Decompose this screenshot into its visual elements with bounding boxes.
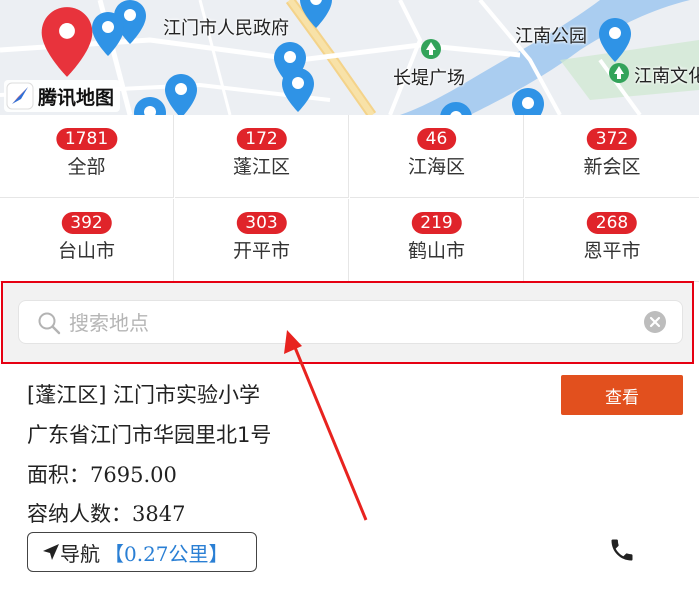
district-label: 开平市 xyxy=(232,240,290,262)
view-button[interactable]: 查看 xyxy=(561,375,683,415)
map-pin-icon[interactable] xyxy=(163,72,199,115)
current-location-pin-icon[interactable] xyxy=(38,4,96,80)
district-label: 鹤山市 xyxy=(407,240,465,262)
area-value: 7695.00 xyxy=(90,463,177,487)
district-cell[interactable]: 268 恩平市 xyxy=(525,199,699,282)
clear-search-icon[interactable] xyxy=(644,311,666,333)
district-cell[interactable]: 1781 全部 xyxy=(0,115,174,198)
navigate-label: 导航 xyxy=(60,541,100,566)
district-cell[interactable]: 392 台山市 xyxy=(0,199,174,282)
logo-text: 腾讯地图 xyxy=(38,86,115,109)
district-cell[interactable]: 172 蓬江区 xyxy=(175,115,349,198)
phone-icon[interactable] xyxy=(608,536,636,564)
district-count-badge: 219 xyxy=(411,212,462,234)
district-label: 全部 xyxy=(67,156,106,178)
district-cell[interactable]: 372 新会区 xyxy=(525,115,699,198)
capacity-value: 3847 xyxy=(132,502,186,526)
result-area: 面积：7695.00 xyxy=(27,459,177,489)
district-count-badge: 172 xyxy=(236,128,287,150)
distance-unit: 公里 xyxy=(168,541,209,566)
district-cell[interactable]: 303 开平市 xyxy=(175,199,349,282)
map-pin-icon[interactable] xyxy=(438,100,474,115)
map-label-culture: 江南文化 xyxy=(634,66,699,87)
search-input[interactable] xyxy=(67,307,631,339)
district-grid: 1781 全部 172 蓬江区 46 江海区 372 新会区 392 台山市 303 开平市 219 鹤山… xyxy=(0,115,699,282)
map-pin-icon[interactable] xyxy=(597,16,633,64)
tencent-map-logo: 腾讯地图 xyxy=(4,80,121,112)
result-capacity: 容纳人数：3847 xyxy=(27,498,185,528)
map-pin-icon[interactable] xyxy=(132,95,168,115)
map-pin-icon[interactable] xyxy=(298,0,334,30)
bracket-open: 【 xyxy=(104,541,124,566)
search-box[interactable] xyxy=(18,300,683,344)
district-count-badge: 1781 xyxy=(55,128,118,150)
navigate-distance: 【0.27公里】 xyxy=(104,538,229,567)
compass-icon xyxy=(6,82,34,110)
map-pin-icon[interactable] xyxy=(280,66,316,114)
map-view[interactable]: 江门市人民政府 江南公园 长堤广场 江南文化 腾讯地图 xyxy=(0,0,699,115)
district-label: 恩平市 xyxy=(583,240,641,262)
district-count-badge: 268 xyxy=(586,212,638,234)
map-pin-icon[interactable] xyxy=(510,86,546,115)
area-label: 面积： xyxy=(27,463,90,487)
navigation-arrow-icon xyxy=(43,544,59,560)
search-highlight-frame xyxy=(1,281,694,364)
district-label: 新会区 xyxy=(583,156,641,178)
district-label: 台山市 xyxy=(57,240,115,262)
map-label-square: 长堤广场 xyxy=(393,68,465,89)
result-address: 广东省江门市华园里北1号 xyxy=(27,423,272,447)
result-title: [蓬江区] 江门市实验小学 xyxy=(27,383,261,407)
search-icon xyxy=(38,312,61,335)
result-card: [蓬江区] 江门市实验小学 广东省江门市华园里北1号 面积：7695.00 容纳… xyxy=(0,366,699,589)
tree-poi-icon xyxy=(609,63,629,83)
navigate-button[interactable]: 导航 【0.27公里】 xyxy=(27,532,257,572)
district-cell[interactable]: 46 江海区 xyxy=(350,115,524,198)
capacity-label: 容纳人数： xyxy=(27,502,132,526)
map-label-gov: 江门市人民政府 xyxy=(163,18,289,39)
district-label: 蓬江区 xyxy=(232,156,290,178)
district-count-badge: 303 xyxy=(236,212,287,234)
distance-value: 0.27 xyxy=(124,541,169,566)
district-count-badge: 372 xyxy=(586,128,638,150)
district-cell[interactable]: 219 鹤山市 xyxy=(350,199,524,282)
map-label-park: 江南公园 xyxy=(515,26,587,47)
tree-poi-icon xyxy=(421,39,441,59)
district-count-badge: 392 xyxy=(61,212,112,234)
bracket-close: 】 xyxy=(208,541,229,566)
district-count-badge: 46 xyxy=(416,128,457,150)
district-label: 江海区 xyxy=(407,156,465,178)
